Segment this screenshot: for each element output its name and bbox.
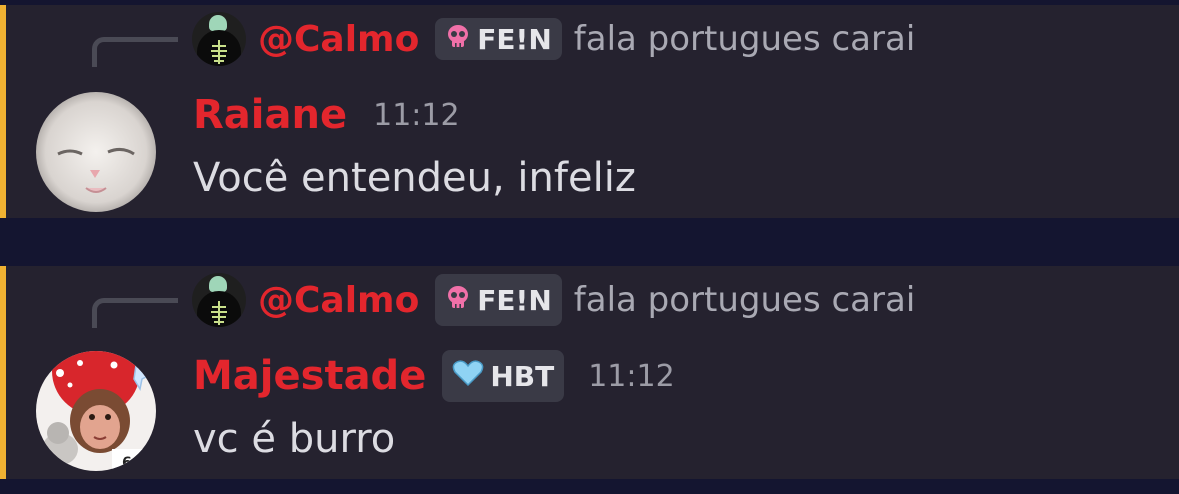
message-content: Você entendeu, infeliz bbox=[193, 155, 636, 201]
role-tag[interactable]: FE!N bbox=[435, 18, 562, 60]
heart-icon bbox=[452, 359, 484, 394]
reply-connector bbox=[92, 298, 178, 328]
author-username[interactable]: Raiane bbox=[193, 92, 347, 138]
reply-username[interactable]: @Calmo bbox=[258, 19, 419, 60]
avatar[interactable] bbox=[36, 92, 156, 212]
role-tag-label: HBT bbox=[490, 359, 555, 393]
reply-text[interactable]: fala portugues carai bbox=[574, 19, 916, 59]
role-tag-label: FE!N bbox=[477, 283, 552, 317]
message-header: Raiane 11:12 bbox=[193, 87, 460, 143]
reply-text[interactable]: fala portugues carai bbox=[574, 280, 916, 320]
reply-avatar[interactable] bbox=[192, 12, 246, 66]
chat-message[interactable]: @Calmo FE!N fala portugues carai bbox=[0, 5, 1179, 218]
role-tag[interactable]: FE!N bbox=[435, 274, 562, 326]
skull-icon bbox=[445, 23, 471, 56]
reply-preview[interactable]: @Calmo FE!N fala portugues carai bbox=[192, 11, 915, 67]
role-tag-label: FE!N bbox=[477, 22, 552, 56]
avatar[interactable]: 6 bbox=[36, 351, 156, 471]
reply-avatar[interactable] bbox=[192, 273, 246, 327]
chat-message[interactable]: @Calmo FE!N fala portugues carai bbox=[0, 266, 1179, 479]
reply-connector bbox=[92, 37, 178, 67]
skull-icon bbox=[445, 284, 471, 317]
reply-username[interactable]: @Calmo bbox=[258, 280, 419, 321]
author-username[interactable]: Majestade bbox=[193, 353, 426, 399]
reply-preview[interactable]: @Calmo FE!N fala portugues carai bbox=[192, 272, 915, 328]
message-header: Majestade HBT 11:12 bbox=[193, 348, 675, 404]
timestamp[interactable]: 11:12 bbox=[588, 359, 674, 394]
role-tag[interactable]: HBT bbox=[442, 350, 565, 402]
mention-highlight-bar bbox=[0, 266, 6, 479]
timestamp[interactable]: 11:12 bbox=[373, 98, 459, 133]
svg-text:6: 6 bbox=[122, 455, 132, 471]
message-content: vc é burro bbox=[193, 416, 396, 462]
mention-highlight-bar bbox=[0, 5, 6, 218]
